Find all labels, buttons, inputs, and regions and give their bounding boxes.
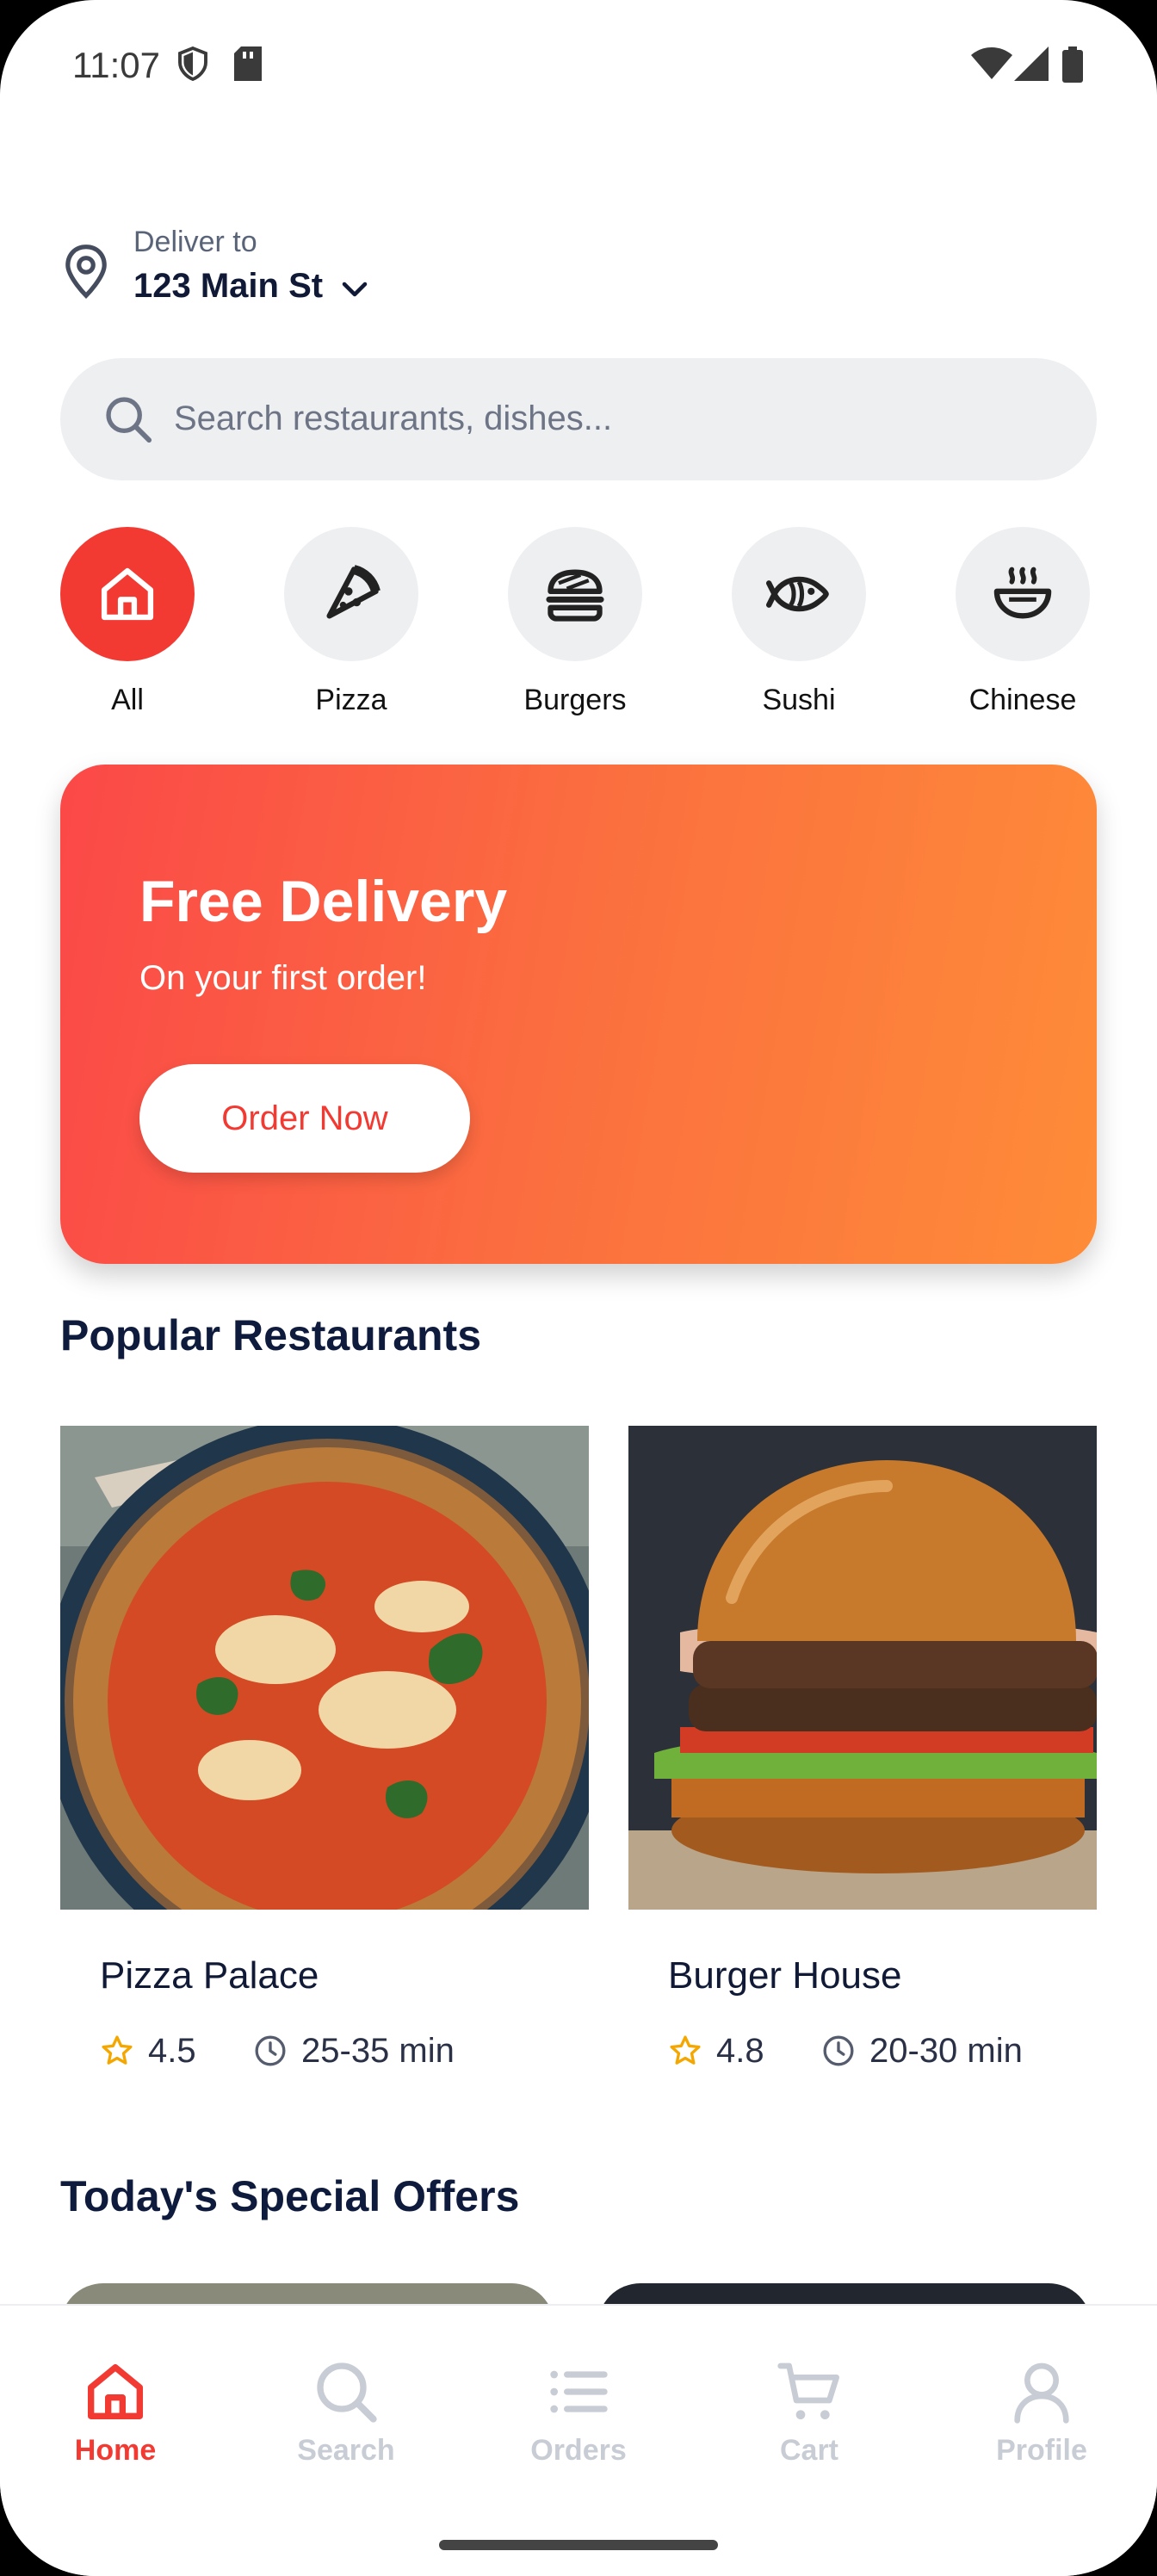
order-now-button[interactable]: Order Now	[139, 1064, 470, 1173]
bowl-icon	[993, 567, 1052, 619]
nav-label: Cart	[779, 2434, 839, 2467]
category-burgers[interactable]: Burgers	[506, 527, 644, 717]
delivery-time: 25-35 min	[301, 2032, 455, 2070]
home-icon	[101, 567, 154, 621]
category-label: Sushi	[762, 684, 836, 716]
sd-card-icon	[234, 46, 262, 85]
delivery-address[interactable]: 123 Main St	[133, 267, 323, 306]
category-sushi[interactable]: Sushi	[730, 527, 868, 717]
status-time: 11:07	[72, 45, 160, 85]
search-icon	[317, 2362, 377, 2423]
user-icon	[1014, 2362, 1069, 2424]
search-placeholder: Search restaurants, dishes...	[174, 399, 613, 437]
deliver-to-label: Deliver to	[133, 226, 257, 258]
category-label: Pizza	[315, 684, 387, 716]
pizza-icon	[326, 565, 381, 619]
fish-icon	[766, 576, 829, 612]
restaurant-rating: 4.5	[148, 2032, 196, 2070]
nav-orders[interactable]: Orders	[492, 2357, 665, 2468]
nav-cart[interactable]: Cart	[723, 2357, 895, 2468]
nav-profile[interactable]: Profile	[956, 2357, 1128, 2468]
category-all[interactable]: All	[59, 527, 196, 717]
order-now-label: Order Now	[221, 1099, 388, 1137]
chevron-down-icon[interactable]	[339, 274, 370, 305]
section-heading-popular: Popular Restaurants	[60, 1311, 482, 1359]
category-label: Chinese	[968, 684, 1077, 716]
app-screen: 11:07 Deliver to 123 Main St Search rest…	[0, 0, 1157, 2576]
bottom-nav: Home Search Orders Cart Profile	[0, 2304, 1157, 2576]
burger-photo	[628, 1426, 1097, 1910]
nav-search[interactable]: Search	[260, 2357, 432, 2468]
clock-icon	[823, 2035, 854, 2066]
status-bar: 11:07	[0, 0, 1157, 138]
banner-subtitle: On your first order!	[139, 959, 427, 997]
nav-label: Search	[297, 2434, 395, 2467]
wifi-icon	[971, 46, 1012, 85]
shield-icon	[177, 46, 208, 85]
location-pin-icon	[65, 245, 107, 299]
battery-icon	[1062, 46, 1083, 87]
list-icon	[550, 2370, 608, 2413]
category-chinese[interactable]: Chinese	[954, 527, 1092, 717]
home-icon	[88, 2364, 143, 2419]
search-input[interactable]: Search restaurants, dishes...	[60, 358, 1097, 480]
restaurant-name: Pizza Palace	[100, 1954, 319, 1997]
nav-label: Profile	[996, 2434, 1087, 2467]
star-icon	[670, 2035, 701, 2065]
banner-title: Free Delivery	[139, 869, 508, 934]
category-pizza[interactable]: Pizza	[282, 527, 420, 717]
category-label: Burgers	[523, 684, 627, 716]
restaurant-card-pizza-palace[interactable]: Pizza Palace 4.5 25-35 min	[60, 1426, 589, 2106]
pizza-photo	[60, 1426, 589, 1910]
burger-icon	[546, 569, 604, 622]
restaurant-card-burger-house[interactable]: Burger House 4.8 20-30 min	[628, 1426, 1097, 2106]
signal-icon	[1014, 46, 1049, 85]
nav-home[interactable]: Home	[29, 2357, 201, 2468]
nav-label: Home	[74, 2434, 157, 2467]
cart-icon	[777, 2362, 839, 2419]
nav-label: Orders	[530, 2434, 627, 2467]
delivery-time: 20-30 min	[869, 2032, 1023, 2070]
restaurant-rating: 4.8	[716, 2032, 764, 2070]
category-label: All	[111, 684, 144, 716]
promo-banner[interactable]: Free Delivery On your first order! Order…	[60, 765, 1097, 1264]
search-icon	[106, 397, 152, 443]
clock-icon	[255, 2035, 286, 2066]
home-indicator[interactable]	[439, 2540, 718, 2550]
section-heading-offers: Today's Special Offers	[60, 2172, 520, 2220]
restaurant-name: Burger House	[668, 1954, 902, 1997]
star-icon	[102, 2035, 133, 2065]
